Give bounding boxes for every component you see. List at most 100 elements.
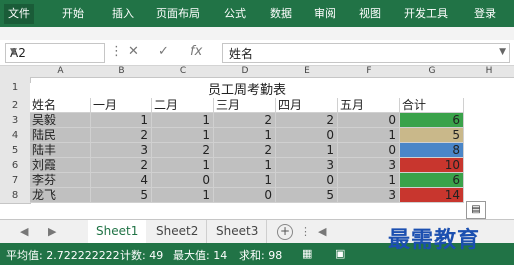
column-header-c[interactable]: C bbox=[152, 66, 215, 78]
cell-value[interactable]: 1 bbox=[152, 128, 214, 143]
scroll-left-icon[interactable]: ◀ bbox=[20, 225, 28, 238]
more-sheets-icon[interactable]: ⋮ bbox=[300, 225, 311, 238]
status-sum: 求和: 98 bbox=[239, 249, 283, 262]
cell-value[interactable]: 1 bbox=[152, 113, 214, 128]
column-header-a[interactable]: A bbox=[30, 66, 92, 78]
cell-value[interactable]: 3 bbox=[338, 188, 400, 203]
tab-review[interactable]: 审阅 bbox=[310, 4, 340, 24]
ribbon-collapsed-strip bbox=[0, 27, 514, 41]
cell-value[interactable]: 5 bbox=[276, 188, 338, 203]
cell-value[interactable]: 1 bbox=[214, 158, 276, 173]
header-cell-jan[interactable]: 一月 bbox=[91, 98, 152, 113]
header-cell-feb[interactable]: 二月 bbox=[152, 98, 214, 113]
cell-value[interactable]: 3 bbox=[91, 143, 152, 158]
cell-total[interactable]: 8 bbox=[400, 143, 464, 158]
more-options-icon: ⋮ bbox=[110, 44, 123, 59]
cell-value[interactable]: 2 bbox=[214, 113, 276, 128]
cell-value[interactable]: 1 bbox=[152, 158, 214, 173]
column-header-h[interactable]: H bbox=[464, 66, 514, 78]
cell-total[interactable]: 10 bbox=[400, 158, 464, 173]
cell-value[interactable]: 0 bbox=[338, 113, 400, 128]
tab-home[interactable]: 开始 bbox=[58, 4, 88, 24]
cell-value[interactable]: 0 bbox=[276, 173, 338, 188]
cell-value[interactable]: 2 bbox=[91, 128, 152, 143]
page-layout-view-icon[interactable]: ▣ bbox=[335, 247, 345, 260]
row-header-6[interactable]: 6 bbox=[0, 158, 31, 174]
tab-developer[interactable]: 开发工具 bbox=[400, 4, 452, 24]
sheet-tab-2[interactable]: Sheet2 bbox=[148, 220, 208, 243]
cell-value[interactable]: 1 bbox=[338, 173, 400, 188]
tab-page-layout[interactable]: 页面布局 bbox=[152, 4, 204, 24]
cell-value[interactable]: 3 bbox=[338, 158, 400, 173]
column-header-e[interactable]: E bbox=[276, 66, 339, 78]
row-header-7[interactable]: 7 bbox=[0, 173, 31, 189]
chevron-down-icon[interactable]: ▼ bbox=[10, 47, 101, 57]
cell-name[interactable]: 陆民 bbox=[30, 128, 91, 143]
tab-view[interactable]: 视图 bbox=[355, 4, 385, 24]
cell-value[interactable]: 1 bbox=[91, 113, 152, 128]
tab-file[interactable]: 文件 bbox=[4, 4, 34, 24]
worksheet-grid[interactable]: A B C D E F G H 1 2 3 4 5 6 7 8 员工周考勤表 姓… bbox=[0, 66, 514, 219]
cell-name[interactable]: 龙飞 bbox=[30, 188, 91, 203]
status-max: 最大值: 14 bbox=[173, 249, 228, 262]
cell-name[interactable]: 刘霞 bbox=[30, 158, 91, 173]
quick-analysis-icon[interactable]: ▤ bbox=[466, 201, 486, 219]
cell-total[interactable]: 6 bbox=[400, 113, 464, 128]
header-cell-may[interactable]: 五月 bbox=[338, 98, 400, 113]
insert-function-icon[interactable]: fx bbox=[190, 44, 202, 59]
cell-value[interactable]: 3 bbox=[276, 158, 338, 173]
cell-value[interactable]: 1 bbox=[214, 173, 276, 188]
cell-value[interactable]: 1 bbox=[152, 188, 214, 203]
column-header-b[interactable]: B bbox=[91, 66, 153, 78]
sheet-tab-3[interactable]: Sheet3 bbox=[208, 220, 268, 243]
tab-formulas[interactable]: 公式 bbox=[220, 4, 250, 24]
cell-value[interactable]: 2 bbox=[214, 143, 276, 158]
cell-name[interactable]: 陆丰 bbox=[30, 143, 91, 158]
cell-value[interactable]: 5 bbox=[91, 188, 152, 203]
cell-name[interactable]: 李芬 bbox=[30, 173, 91, 188]
enter-icon[interactable]: ✓ bbox=[158, 44, 169, 59]
scroll-right-icon[interactable]: ▶ bbox=[48, 225, 56, 238]
row-header-3[interactable]: 3 bbox=[0, 113, 31, 129]
cell-total[interactable]: 6 bbox=[400, 173, 464, 188]
cell-name[interactable]: 吴毅 bbox=[30, 113, 91, 128]
formula-value: 姓名 bbox=[229, 47, 254, 61]
tab-data[interactable]: 数据 bbox=[266, 4, 296, 24]
add-sheet-icon[interactable]: + bbox=[277, 224, 293, 240]
column-header-d[interactable]: D bbox=[214, 66, 277, 78]
row-header-2[interactable]: 2 bbox=[0, 98, 31, 114]
cell-total[interactable]: 5 bbox=[400, 128, 464, 143]
cell-value[interactable]: 2 bbox=[276, 113, 338, 128]
normal-view-icon[interactable]: ▦ bbox=[302, 247, 312, 260]
cell-total[interactable]: 14 bbox=[400, 188, 464, 203]
tab-insert[interactable]: 插入 bbox=[108, 4, 138, 24]
header-cell-total[interactable]: 合计 bbox=[400, 98, 464, 113]
sign-in-link[interactable]: 登录 bbox=[470, 4, 500, 24]
cell-value[interactable]: 1 bbox=[276, 143, 338, 158]
header-cell-name[interactable]: 姓名 bbox=[30, 98, 91, 113]
column-header-g[interactable]: G bbox=[400, 66, 465, 78]
row-header-1[interactable]: 1 bbox=[0, 77, 31, 99]
row-header-8[interactable]: 8 bbox=[0, 188, 31, 204]
row-header-4[interactable]: 4 bbox=[0, 128, 31, 144]
cell-value[interactable]: 4 bbox=[91, 173, 152, 188]
cell-value[interactable]: 0 bbox=[152, 173, 214, 188]
column-header-f[interactable]: F bbox=[338, 66, 401, 78]
scrollbar-left-icon[interactable]: ◀ bbox=[318, 225, 326, 238]
cancel-icon[interactable]: ✕ bbox=[128, 44, 139, 59]
cell-value[interactable]: 1 bbox=[338, 128, 400, 143]
cell-value[interactable]: 2 bbox=[91, 158, 152, 173]
header-cell-mar[interactable]: 三月 bbox=[214, 98, 276, 113]
status-count: 计数: 49 bbox=[120, 249, 164, 262]
chevron-down-icon[interactable]: ▼ bbox=[499, 47, 506, 57]
cell-value[interactable]: 1 bbox=[214, 128, 276, 143]
cell-value[interactable]: 0 bbox=[276, 128, 338, 143]
sheet-tab-1[interactable]: Sheet1 bbox=[88, 220, 147, 245]
row-header-5[interactable]: 5 bbox=[0, 143, 31, 159]
name-box[interactable]: A2 ▼ bbox=[5, 43, 105, 63]
cell-value[interactable]: 0 bbox=[214, 188, 276, 203]
formula-input[interactable]: 姓名 ▼ bbox=[222, 43, 510, 63]
cell-value[interactable]: 2 bbox=[152, 143, 214, 158]
cell-value[interactable]: 0 bbox=[338, 143, 400, 158]
header-cell-apr[interactable]: 四月 bbox=[276, 98, 338, 113]
